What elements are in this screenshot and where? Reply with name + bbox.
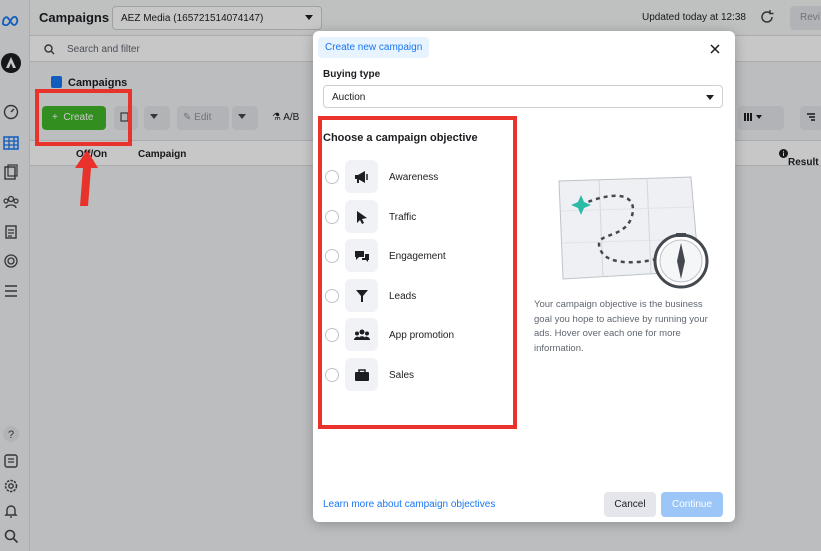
annotation-highlight-objectives: [318, 116, 517, 429]
cancel-button[interactable]: Cancel: [604, 492, 656, 517]
continue-button[interactable]: Continue: [661, 492, 723, 517]
buying-type-label: Buying type: [323, 69, 381, 80]
tab-create-new-campaign[interactable]: Create new campaign: [318, 37, 430, 58]
buying-type-value: Auction: [332, 92, 366, 103]
annotation-highlight-create: [35, 89, 132, 146]
objective-description: Your campaign objective is the business …: [534, 299, 708, 354]
learn-more-link[interactable]: Learn more about campaign objectives: [323, 499, 495, 510]
close-button[interactable]: [706, 40, 724, 58]
close-icon: [710, 44, 720, 54]
caret-down-icon: [706, 95, 714, 100]
annotation-arrow-icon: [75, 150, 98, 206]
buying-type-select[interactable]: Auction: [323, 85, 723, 108]
map-compass-illustration: [558, 176, 709, 289]
